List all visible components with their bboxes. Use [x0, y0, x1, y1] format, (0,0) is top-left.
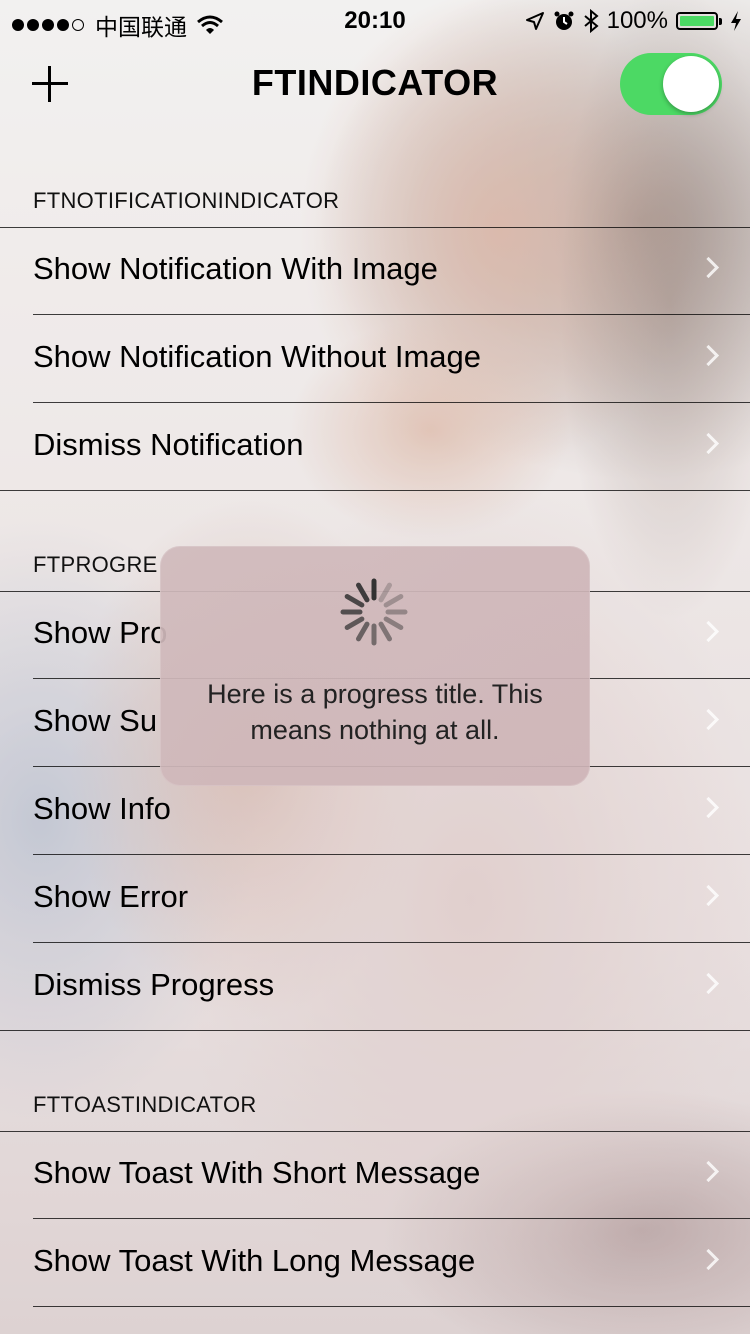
progress-title-line: Here is a progress title. This — [207, 679, 543, 709]
row-label: Show Pro — [33, 615, 168, 650]
row-show-error[interactable]: Show Error — [0, 855, 750, 943]
battery-percent: 100% — [606, 7, 668, 34]
spinner-spoke — [344, 594, 365, 608]
status-right: 100% — [525, 7, 742, 35]
chevron-right-icon — [697, 344, 720, 367]
section-header-progress: FTPROGRE — [33, 552, 158, 577]
chevron-right-icon — [697, 1160, 720, 1183]
navigation-bar: FTINDICATOR — [0, 40, 750, 128]
row-show-notification-without-image[interactable]: Show Notification Without Image — [0, 315, 750, 403]
row-label: Show Toast With Short Message — [33, 1155, 481, 1190]
chevron-right-icon — [697, 432, 720, 455]
row-show-toast-short[interactable]: Show Toast With Short Message — [0, 1131, 750, 1219]
row-show-notification-with-image[interactable]: Show Notification With Image — [0, 227, 750, 315]
charging-icon — [731, 11, 741, 31]
chevron-right-icon — [697, 884, 720, 907]
separator — [33, 1306, 750, 1307]
spinner-spoke — [383, 594, 404, 608]
chevron-right-icon — [697, 972, 720, 995]
row-label: Show Toast With Long Message — [33, 1243, 476, 1278]
spinner-icon — [340, 578, 408, 646]
row-label: Show Su — [33, 703, 158, 738]
row-dismiss-progress[interactable]: Dismiss Progress — [0, 943, 750, 1031]
section-header-notification: FTNOTIFICATIONINDICATOR — [33, 188, 340, 213]
separator — [0, 490, 750, 491]
status-bar: 中国联通 20:10 100% — [0, 0, 750, 40]
indicator-toggle[interactable] — [620, 53, 722, 115]
location-icon — [525, 12, 544, 30]
section-header-toast: FTTOASTINDICATOR — [33, 1092, 257, 1117]
row-label: Show Error — [33, 879, 189, 914]
spinner-spoke — [344, 616, 365, 630]
spinner-spoke — [383, 616, 404, 630]
row-label: Dismiss Progress — [33, 967, 275, 1002]
row-label: Show Notification Without Image — [33, 339, 481, 374]
chevron-right-icon — [697, 256, 720, 279]
row-label: Show Info — [33, 791, 171, 826]
progress-hud: Here is a progress title. This means not… — [160, 546, 590, 786]
battery-fill — [680, 16, 714, 26]
spinner-spoke — [378, 582, 392, 603]
progress-title-line: means nothing at all. — [250, 715, 500, 745]
spinner-spoke — [356, 621, 370, 642]
battery-icon — [676, 12, 722, 30]
spinner-spoke — [356, 582, 370, 603]
spinner-spoke — [378, 621, 392, 642]
chevron-right-icon — [697, 708, 720, 731]
progress-title: Here is a progress title. This means not… — [170, 676, 580, 748]
row-label: Show Notification With Image — [33, 251, 438, 286]
separator — [0, 1030, 750, 1031]
bluetooth-icon — [583, 9, 599, 33]
alarm-icon — [554, 11, 574, 30]
row-label: Dismiss Notification — [33, 427, 304, 462]
chevron-right-icon — [697, 1248, 720, 1271]
row-dismiss-notification[interactable]: Dismiss Notification — [0, 403, 750, 491]
toggle-knob — [663, 56, 719, 112]
chevron-right-icon — [697, 796, 720, 819]
row-show-toast-long[interactable]: Show Toast With Long Message — [0, 1219, 750, 1307]
chevron-right-icon — [697, 620, 720, 643]
